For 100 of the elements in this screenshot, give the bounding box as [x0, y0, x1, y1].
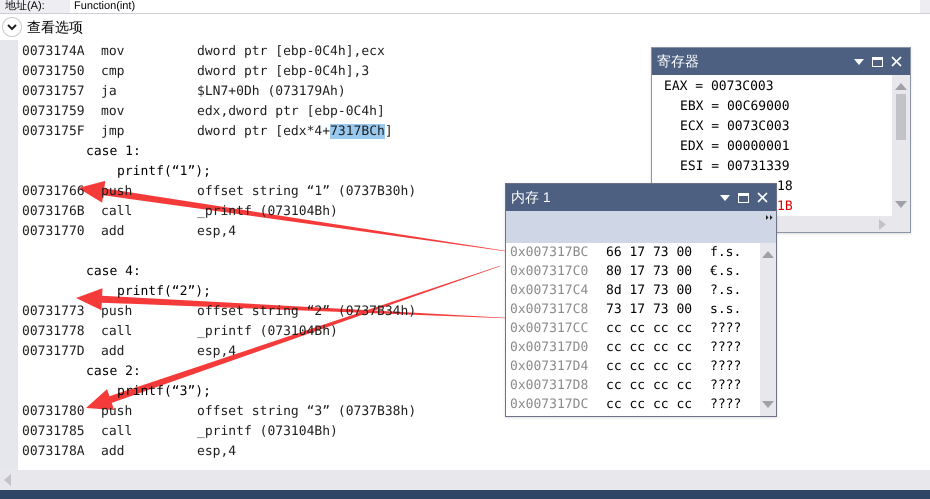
chevron-icon — [7, 24, 17, 30]
memory-bytes: 73 17 73 00 — [606, 300, 694, 319]
address-field[interactable]: Function(int) — [70, 0, 920, 13]
memory-address: 0x007317D4 — [510, 358, 590, 376]
instruction-mnemonic: ja — [101, 83, 118, 102]
instruction-mnemonic: push — [101, 403, 134, 422]
instruction-address: 00731785 — [22, 423, 86, 442]
maximize-icon[interactable] — [738, 192, 749, 202]
scroll-down-icon[interactable] — [762, 401, 774, 408]
horizontal-scrollbar[interactable] — [0, 470, 930, 490]
close-icon[interactable] — [757, 192, 768, 203]
memory-address: 0x007317C8 — [510, 300, 590, 319]
dropdown-icon[interactable] — [720, 194, 730, 200]
memory-bytes: 80 17 73 00 — [606, 262, 694, 281]
memory-chars: ???? — [710, 358, 742, 376]
dropdown-icon[interactable] — [854, 58, 864, 64]
scroll-up-icon[interactable] — [895, 83, 907, 90]
scroll-up-icon[interactable] — [762, 251, 774, 258]
maximize-icon[interactable] — [872, 56, 883, 66]
memory-address: 0x007317CC — [510, 320, 590, 338]
instruction-operand: $LN7+0Dh (073179Ah) — [197, 83, 346, 102]
memory-chars: €.s. — [710, 262, 742, 281]
memory-chars: ???? — [710, 320, 742, 338]
scroll-down-icon[interactable] — [895, 201, 907, 208]
source-line: case 1: — [86, 143, 141, 162]
memory-bytes: cc cc cc cc — [606, 396, 694, 414]
expand-toggle[interactable] — [2, 17, 22, 37]
instruction-operand: dword ptr [ebp-0C4h],ecx — [197, 43, 385, 62]
close-icon[interactable] — [891, 56, 902, 67]
memory-address: 0x007317DC — [510, 396, 590, 414]
instruction-operand: esp,4 — [197, 443, 236, 462]
instruction-address: 0073178A — [22, 443, 86, 462]
memory-bytes: 66 17 73 00 — [606, 244, 694, 262]
register-value: 1B — [777, 198, 793, 216]
source-line: printf(“1”); — [117, 163, 211, 182]
source-line: case 2: — [86, 363, 141, 382]
instruction-mnemonic: jmp — [101, 123, 126, 142]
memory-chars: f.s. — [710, 244, 742, 262]
instruction-operand: dword ptr [edx*4+7317BCh] — [197, 123, 393, 142]
memory-chars: ?.s. — [710, 282, 742, 300]
source-line: printf(“2”); — [117, 283, 211, 302]
scroll-thumb[interactable] — [896, 94, 906, 140]
register-value: EBX = 00C69000 — [680, 98, 790, 116]
memory-chars: ???? — [710, 376, 742, 395]
column-arrows-icon[interactable] — [766, 215, 773, 220]
instruction-mnemonic: push — [101, 303, 134, 322]
memory-address: 0x007317D0 — [510, 338, 590, 357]
window-title: 寄存器 — [657, 52, 699, 71]
memory-address: 0x007317D8 — [510, 376, 590, 395]
instruction-mnemonic: cmp — [101, 63, 126, 82]
instruction-address: 0073175F — [22, 123, 86, 142]
instruction-address: 00731770 — [22, 223, 86, 242]
instruction-operand: offset string “3” (0737B38h) — [197, 403, 416, 422]
instruction-address: 00731759 — [22, 103, 86, 122]
memory-bytes: cc cc cc cc — [606, 320, 694, 338]
instruction-address: 00731766 — [22, 183, 86, 202]
instruction-operand: esp,4 — [197, 343, 236, 362]
memory-chars: ???? — [710, 396, 742, 414]
instruction-address: 00731757 — [22, 83, 86, 102]
options-label: 查看选项 — [27, 18, 83, 36]
memory-bytes: 8d 17 73 00 — [606, 282, 694, 300]
instruction-mnemonic: add — [101, 343, 126, 362]
address-label: 地址(A): — [4, 1, 46, 12]
instruction-operand: edx,dword ptr [ebp-0C4h] — [197, 103, 385, 122]
memory-address: 0x007317BC — [510, 244, 590, 262]
memory-bytes: cc cc cc cc — [606, 376, 694, 395]
memory-chars: ???? — [710, 338, 742, 357]
register-value: EAX = 0073C003 — [664, 78, 774, 96]
instruction-address: 00731780 — [22, 403, 86, 422]
scroll-left-icon[interactable] — [4, 474, 11, 486]
register-value: 18 — [777, 178, 793, 196]
instruction-mnemonic: call — [101, 323, 134, 342]
instruction-mnemonic: call — [101, 423, 134, 442]
instruction-mnemonic: call — [101, 203, 134, 222]
register-value: ECX = 0073C003 — [680, 118, 790, 136]
instruction-address: 00731750 — [22, 63, 86, 82]
instruction-address: 0073177D — [22, 343, 86, 362]
vertical-scrollbar[interactable] — [760, 243, 776, 416]
memory-address: 0x007317C0 — [510, 262, 590, 281]
memory-bytes: cc cc cc cc — [606, 358, 694, 376]
window-title: 内存 1 — [511, 188, 551, 207]
instruction-address: 0073176B — [22, 203, 86, 222]
instruction-mnemonic: add — [101, 223, 126, 242]
instruction-operand: _printf (073104Bh) — [197, 423, 338, 442]
register-value: ESI = 00731339 — [680, 158, 790, 176]
register-value: EDX = 00000001 — [680, 138, 790, 156]
instruction-operand: dword ptr [ebp-0C4h],3 — [197, 63, 370, 82]
instruction-mnemonic: mov — [101, 103, 126, 122]
instruction-address: 0073174A — [22, 43, 86, 62]
source-line: case 4: — [86, 263, 141, 282]
memory-chars: s.s. — [710, 300, 742, 319]
instruction-operand: esp,4 — [197, 223, 236, 242]
instruction-address: 00731773 — [22, 303, 86, 322]
scroll-right-icon[interactable] — [879, 218, 886, 230]
instruction-operand: offset string “1” (0737B30h) — [197, 183, 416, 202]
instruction-mnemonic: add — [101, 443, 126, 462]
memory-address: 0x007317C4 — [510, 282, 590, 300]
memory-bytes: cc cc cc cc — [606, 338, 694, 357]
instruction-mnemonic: mov — [101, 43, 126, 62]
instruction-address: 00731778 — [22, 323, 86, 342]
